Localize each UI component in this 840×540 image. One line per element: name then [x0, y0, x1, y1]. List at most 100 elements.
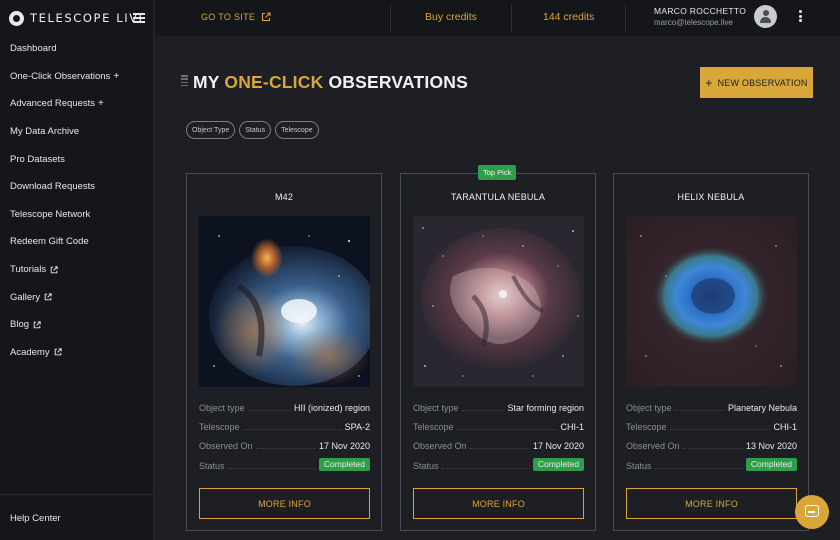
meta-telescope: Telescope SPA-2: [199, 418, 370, 432]
divider: [511, 4, 512, 32]
sidebar-item-label: Tutorials: [10, 264, 47, 276]
meta-status: Status Completed: [199, 457, 370, 471]
sidebar-item-one-click-observations[interactable]: One-Click Observations +: [0, 63, 153, 91]
meta-label: Observed On: [199, 441, 253, 451]
plus-icon: +: [113, 70, 120, 82]
observation-card[interactable]: TARANTULA NEBULA Object type Star formin…: [400, 173, 596, 531]
meta-label: Observed On: [413, 441, 467, 451]
sidebar-item-label: Blog: [10, 319, 30, 331]
external-link-icon: [44, 293, 52, 301]
filter-telescope[interactable]: Telescope: [275, 121, 319, 139]
meta-value: CHI-1: [773, 422, 797, 432]
kebab-icon[interactable]: [797, 10, 803, 24]
plus-icon: +: [98, 98, 104, 110]
more-info-button[interactable]: MORE INFO: [626, 488, 797, 519]
external-link-icon: [33, 321, 41, 329]
page-title: MY ONE-CLICK OBSERVATIONS: [193, 72, 468, 93]
meta-label: Status: [626, 461, 652, 471]
logo[interactable]: TELESCOPE LIVE: [0, 0, 153, 36]
meta-value: Star forming region: [507, 403, 584, 413]
meta-telescope: Telescope CHI-1: [626, 418, 797, 432]
sidebar-item-blog[interactable]: Blog: [0, 311, 153, 339]
observation-image[interactable]: [626, 216, 797, 387]
sidebar-item-label: Advanced Requests: [10, 98, 96, 110]
page-title-suffix: OBSERVATIONS: [328, 72, 468, 92]
external-link-icon: [262, 12, 271, 22]
external-link-icon: [54, 348, 62, 356]
divider: [390, 4, 391, 32]
hamburger-icon[interactable]: [133, 13, 145, 23]
meta-value: Planetary Nebula: [727, 403, 797, 413]
card-title: M42: [274, 192, 294, 202]
help-center-link[interactable]: Help Center: [10, 513, 61, 524]
sidebar-item-gallery[interactable]: Gallery: [0, 283, 153, 311]
card-title: TARANTULA NEBULA: [450, 192, 546, 202]
meta-object-type: Object type Planetary Nebula: [626, 399, 797, 413]
helix-nebula-image: [626, 216, 797, 387]
page-title-prefix: MY: [193, 72, 220, 92]
top-pick-badge: Top Pick: [478, 165, 517, 180]
sidebar-item-redeem-gift-code[interactable]: Redeem Gift Code: [0, 228, 153, 256]
meta-status: Status Completed: [413, 457, 584, 471]
meta-observed-on: Observed On 17 Nov 2020: [199, 437, 370, 451]
divider: [625, 4, 626, 32]
sidebar-item-label: Pro Datasets: [10, 153, 65, 165]
observation-image[interactable]: [199, 216, 370, 387]
meta-label: Object type: [626, 403, 672, 413]
sidebar-item-label: My Data Archive: [10, 126, 80, 138]
meta-value: CHI-1: [560, 422, 584, 432]
sidebar-item-advanced-requests[interactable]: Advanced Requests +: [0, 90, 153, 118]
more-info-button[interactable]: MORE INFO: [413, 488, 584, 519]
user-name: MARCO ROCCHETTO: [654, 6, 747, 16]
meta-object-type: Object type Star forming region: [413, 399, 584, 413]
filter-object-type[interactable]: Object Type: [186, 121, 236, 139]
sidebar-item-my-data-archive[interactable]: My Data Archive: [0, 118, 153, 146]
go-to-site-link[interactable]: GO TO SITE: [201, 12, 271, 22]
sidebar-divider: [0, 494, 153, 495]
meta-object-type: Object type HII (ionized) region: [199, 399, 370, 413]
meta-observed-on: Observed On 17 Nov 2020: [413, 437, 584, 451]
sidebar-item-download-requests[interactable]: Download Requests: [0, 173, 153, 201]
sidebar-item-pro-datasets[interactable]: Pro Datasets: [0, 145, 153, 173]
buy-credits-link[interactable]: Buy credits: [425, 11, 477, 23]
card-title: HELIX NEBULA: [677, 192, 745, 202]
external-link-icon: [50, 265, 58, 273]
sidebar-item-tutorials[interactable]: Tutorials: [0, 256, 153, 284]
meta-value: SPA-2: [344, 422, 370, 432]
drag-handle-icon: [181, 75, 188, 89]
sidebar-item-academy[interactable]: Academy: [0, 339, 153, 367]
sidebar-item-dashboard[interactable]: Dashboard: [0, 35, 153, 63]
observation-card[interactable]: M42 Object type HII (ionized) region Tel…: [186, 173, 382, 531]
filter-chips: Object Type Status Telescope: [186, 121, 323, 139]
credits-balance: 144 credits: [543, 11, 595, 23]
sidebar-item-label: Redeem Gift Code: [10, 236, 89, 248]
status-badge: Completed: [318, 458, 370, 471]
meta-label: Status: [413, 461, 439, 471]
user-icon[interactable]: [754, 5, 777, 28]
orion-nebula-image: [199, 216, 370, 387]
meta-value: 17 Nov 2020: [532, 441, 584, 451]
sidebar-nav: Dashboard One-Click Observations + Advanc…: [0, 35, 153, 366]
more-info-button[interactable]: MORE INFO: [199, 488, 370, 519]
observation-image[interactable]: [413, 216, 584, 387]
sidebar-item-label: One-Click Observations: [10, 70, 111, 82]
meta-label: Telescope: [626, 422, 667, 432]
new-observation-button[interactable]: + NEW OBSERVATION: [700, 67, 813, 98]
sidebar-item-label: Download Requests: [10, 181, 96, 193]
observation-card[interactable]: HELIX NEBULA Object type Planetary Nebul…: [613, 173, 809, 531]
sidebar-item-telescope-network[interactable]: Telescope Network: [0, 201, 153, 229]
meta-value: 17 Nov 2020: [318, 441, 370, 451]
top-bar: GO TO SITE Buy credits 144 credits MARCO…: [155, 0, 840, 36]
sidebar-item-label: Telescope Network: [10, 208, 91, 220]
sidebar-item-label: Academy: [10, 346, 50, 358]
meta-telescope: Telescope CHI-1: [413, 418, 584, 432]
status-badge: Completed: [532, 458, 584, 471]
go-to-site-label: GO TO SITE: [201, 12, 256, 22]
tarantula-nebula-image: [413, 216, 584, 387]
meta-label: Status: [199, 461, 225, 471]
meta-label: Observed On: [626, 441, 680, 451]
user-email: marco@telescope.live: [654, 18, 733, 27]
filter-status[interactable]: Status: [239, 121, 272, 139]
page-title-accent: ONE-CLICK: [224, 72, 324, 92]
chat-icon[interactable]: [795, 495, 829, 529]
